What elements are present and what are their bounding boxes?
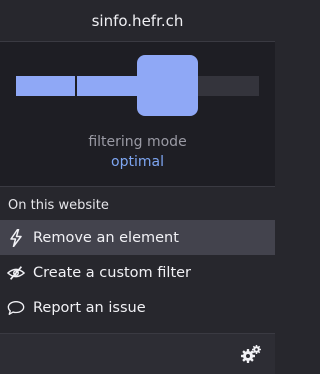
section-title: On this website	[8, 198, 109, 213]
lightning-icon	[7, 228, 25, 247]
slider-segment-1[interactable]	[16, 76, 75, 96]
gears-icon	[240, 345, 262, 368]
filtering-dashboard: filtering mode optimal	[0, 42, 275, 187]
popup-header: sinfo.hefr.ch	[0, 0, 275, 42]
eye-slash-icon	[7, 264, 25, 282]
site-hostname: sinfo.hefr.ch	[91, 11, 184, 30]
popup-footer	[0, 333, 275, 374]
filtering-mode-value: optimal	[111, 154, 164, 170]
filtering-mode-label: filtering mode	[88, 134, 187, 150]
settings-button[interactable]	[240, 344, 262, 364]
slider-segment-2[interactable]	[77, 76, 137, 96]
slider-segment-4[interactable]	[198, 76, 259, 96]
comment-icon	[7, 299, 25, 317]
report-issue-button[interactable]: Report an issue	[0, 290, 275, 325]
create-custom-filter-button[interactable]: Create a custom filter	[0, 255, 275, 290]
remove-element-button[interactable]: Remove an element	[0, 220, 275, 255]
report-issue-label: Report an issue	[33, 299, 146, 316]
slider-knob[interactable]	[137, 55, 198, 116]
create-custom-filter-label: Create a custom filter	[33, 264, 192, 281]
remove-element-label: Remove an element	[33, 229, 179, 246]
